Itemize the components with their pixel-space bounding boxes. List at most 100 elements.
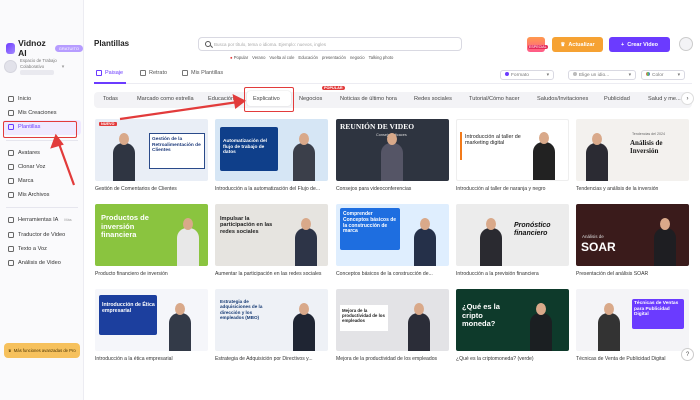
template-card[interactable]: Tendencias del 2024 Análisis de Inversió… bbox=[576, 119, 689, 192]
create-video-button[interactable]: + Crear Video bbox=[609, 37, 670, 52]
landscape-icon bbox=[96, 70, 102, 76]
sidebar-item-mis-archivos[interactable]: Mis Archivos bbox=[0, 188, 84, 202]
template-card[interactable]: REUNIÓN DE VIDEO Consejos eficaces Conse… bbox=[336, 119, 449, 192]
sidebar-item-analisis-video[interactable]: Análisis de Video bbox=[0, 256, 84, 270]
analytics-icon bbox=[8, 259, 14, 266]
template-card[interactable]: ¿Qué es la cripto moneda? ¿Qué es la cri… bbox=[456, 289, 569, 362]
template-card[interactable]: Comprender Conceptos básicos de la const… bbox=[336, 204, 449, 277]
crown-icon: ♛ bbox=[560, 41, 566, 48]
template-caption: Técnicas de Venta de Publicidad Digital bbox=[576, 356, 666, 362]
tab-label: Paisaje bbox=[105, 70, 124, 76]
tab-paisaje[interactable]: Paisaje bbox=[96, 70, 123, 76]
tab-mis-plantillas[interactable]: Mis Plantillas bbox=[182, 70, 223, 76]
tab-retrato[interactable]: Retrato bbox=[140, 70, 167, 76]
logo-mark-icon bbox=[6, 42, 16, 54]
template-card[interactable]: Pronóstico financiero Introducción a la … bbox=[456, 204, 569, 277]
special-offer-tag: ESPECIAL bbox=[528, 45, 548, 49]
upgrade-button[interactable]: ♛ Actualizar bbox=[552, 37, 603, 52]
language-select[interactable]: Elige un idio... ▾ bbox=[568, 70, 636, 80]
sidebar-item-label: Avatares bbox=[18, 149, 40, 156]
search-input[interactable]: Busca por título, tema o idioma. Ejemplo… bbox=[198, 37, 462, 51]
category-educacion[interactable]: Educación bbox=[208, 96, 234, 102]
format-select[interactable]: Formato ▾ bbox=[500, 70, 554, 80]
chevron-right-icon[interactable]: › bbox=[681, 92, 694, 105]
ai-tools-icon bbox=[8, 217, 14, 224]
workspace-label-2: Colaborativo bbox=[20, 64, 45, 69]
template-card[interactable]: Introducción de Ética empresarial Introd… bbox=[95, 289, 208, 362]
search-placeholder: Busca por título, tema o idioma. Ejemplo… bbox=[214, 41, 327, 47]
sidebar-item-marca[interactable]: Marca bbox=[0, 174, 84, 188]
color-select[interactable]: Color ▾ bbox=[641, 70, 685, 80]
thumb-title: Comprender Conceptos básicos de la const… bbox=[343, 211, 397, 235]
sidebar-item-traductor[interactable]: Traductor de Video bbox=[0, 228, 84, 242]
text-to-speech-icon bbox=[8, 245, 14, 252]
sidebar-item-mis-creaciones[interactable]: Mis Creaciones bbox=[0, 106, 84, 120]
category-redes-sociales[interactable]: Redes sociales bbox=[414, 96, 452, 102]
quick-link[interactable]: Educación bbox=[298, 55, 318, 60]
portrait-icon bbox=[140, 70, 146, 76]
app-logo[interactable]: Vidnoz AI GRATUITO bbox=[6, 38, 83, 58]
category-todas[interactable]: Todas bbox=[103, 96, 118, 102]
template-thumbnail: Mejora de la productividad de los emplea… bbox=[336, 289, 449, 351]
thumb-title: Análisis de Inversión bbox=[630, 139, 663, 156]
quick-link[interactable]: Vuelta al cole bbox=[269, 55, 294, 60]
avatar-presenter bbox=[293, 303, 315, 351]
color-wheel-icon bbox=[646, 72, 650, 76]
template-card[interactable]: Productos de inversión financiera Produc… bbox=[95, 204, 208, 277]
template-card[interactable]: Mejora de la productividad de los emplea… bbox=[336, 289, 449, 362]
category-noticias[interactable]: Noticias de último hora bbox=[340, 96, 397, 102]
tab-label: Retrato bbox=[149, 70, 168, 76]
template-thumbnail: Estrategia de adquisiciones de la direcc… bbox=[215, 289, 328, 351]
template-thumbnail: Introducción al taller de marketing digi… bbox=[456, 119, 569, 181]
quick-link[interactable]: Talking photo bbox=[369, 55, 394, 60]
template-caption: Introducción al taller de naranja y negr… bbox=[456, 186, 546, 192]
format-select-value: Formato bbox=[511, 73, 529, 78]
plus-icon: + bbox=[621, 41, 625, 48]
template-card[interactable]: Técnicas de Ventas para Publicidad Digit… bbox=[576, 289, 689, 362]
template-thumbnail: Gestión de la Retroalimentación de Clien… bbox=[95, 119, 208, 181]
pro-upgrade-banner[interactable]: ♛ Más funciones avanzadas de Pro bbox=[4, 343, 80, 358]
template-card[interactable]: Impulsar la participación en las redes s… bbox=[215, 204, 328, 277]
sidebar-item-clonar-voz[interactable]: Clonar Voz bbox=[0, 160, 84, 174]
format-icon bbox=[505, 72, 509, 76]
workspace-switcher[interactable]: Espacio de Trabajo Colaborativo ▾ bbox=[4, 58, 64, 75]
thumb-title: Gestión de la Retroalimentación de Clien… bbox=[152, 137, 201, 154]
more-badge: Más bbox=[64, 218, 72, 223]
sidebar-item-avatares[interactable]: Avatares bbox=[0, 146, 84, 160]
template-caption: Tendencias y análisis de la inversión bbox=[576, 186, 659, 192]
help-icon[interactable]: ? bbox=[681, 348, 694, 361]
category-salud[interactable]: Salud y me... bbox=[648, 96, 681, 102]
sidebar-item-inicio[interactable]: Inicio bbox=[0, 92, 84, 106]
page-title: Plantillas bbox=[94, 39, 130, 48]
template-card[interactable]: Gestión de la Retroalimentación de Clien… bbox=[95, 119, 208, 192]
quick-link[interactable]: Verano bbox=[252, 55, 265, 60]
template-caption: Estrategia de Adquisición por Directivos… bbox=[215, 356, 313, 362]
template-thumbnail: Tendencias del 2024 Análisis de Inversió… bbox=[576, 119, 689, 181]
category-saludos[interactable]: Saludos/Invitaciones bbox=[537, 96, 588, 102]
category-tutorial[interactable]: Tutorial/Cómo hacer bbox=[469, 96, 519, 102]
category-negocios[interactable]: Negocios bbox=[299, 96, 322, 102]
divider bbox=[6, 207, 78, 209]
quick-link[interactable]: presentación bbox=[322, 55, 346, 60]
template-card[interactable]: Introducción al taller de marketing digi… bbox=[456, 119, 569, 192]
user-avatar[interactable] bbox=[679, 37, 693, 51]
template-card[interactable]: Estrategia de adquisiciones de la direcc… bbox=[215, 289, 328, 362]
sidebar-item-herramientas-ia[interactable]: Herramientas IA Más bbox=[0, 213, 84, 227]
template-card[interactable]: Análisis de SOAR Presentación del anális… bbox=[576, 204, 689, 277]
sidebar-item-texto-a-voz[interactable]: Texto a Voz bbox=[0, 242, 84, 256]
template-thumbnail: Automatización del flujo de trabajo de d… bbox=[215, 119, 328, 181]
category-publicidad[interactable]: Publicidad bbox=[604, 96, 630, 102]
template-caption: Introducción a la previsión financiera bbox=[456, 271, 539, 277]
quick-search-links: ● Popular Verano Vuelta al cole Educació… bbox=[230, 55, 393, 60]
thumb-panel bbox=[99, 295, 157, 335]
thumb-title: SOAR bbox=[581, 240, 616, 254]
category-marcado-estrella[interactable]: Marcado como estrella bbox=[137, 96, 194, 102]
quick-link-popular[interactable]: ● Popular bbox=[230, 55, 248, 60]
highlight-box-explicativo bbox=[244, 87, 294, 112]
template-card[interactable]: Automatización del flujo de trabajo de d… bbox=[215, 119, 328, 192]
color-select-value: Color bbox=[652, 73, 664, 78]
avatar-presenter bbox=[654, 218, 676, 266]
quick-link[interactable]: negocio bbox=[350, 55, 365, 60]
sidebar-item-label: Mis Creaciones bbox=[18, 110, 57, 117]
brand-icon bbox=[8, 178, 14, 185]
